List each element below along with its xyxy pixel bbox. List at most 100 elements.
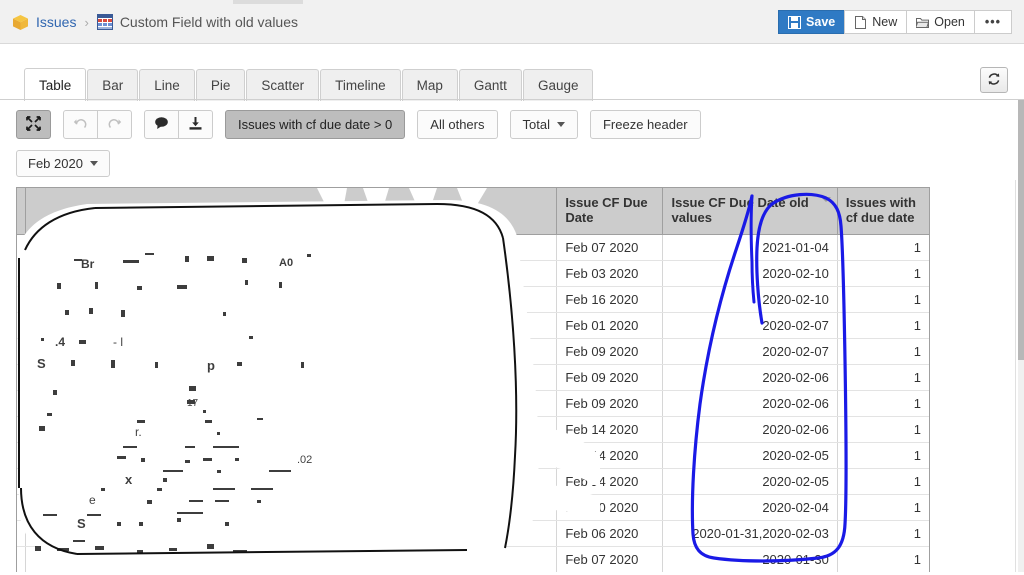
table-row[interactable]: Feb 01 2020 2020-02-07 1: [17, 312, 929, 338]
redo-button[interactable]: [97, 110, 132, 139]
tab-gauge[interactable]: Gauge: [523, 69, 594, 101]
tab-bar[interactable]: Bar: [87, 69, 138, 101]
tab-line[interactable]: Line: [139, 69, 195, 101]
cell-due-date: Feb 14 2020: [557, 468, 663, 494]
row-handle: [17, 442, 26, 468]
row-handle: [17, 338, 26, 364]
tab-table[interactable]: Table: [24, 68, 86, 101]
cell-count: 1: [837, 442, 929, 468]
report-table-container[interactable]: Issue CF Due Date Issue CF Due Date old …: [16, 187, 930, 572]
table-row[interactable]: Feb 03 2020 2020-02-10 1: [17, 260, 929, 286]
cell-count: 1: [837, 234, 929, 260]
table-row[interactable]: Feb 10 2020 2020-02-04 1: [17, 494, 929, 520]
row-redacted-cell: [26, 312, 557, 338]
chevron-down-icon[interactable]: [821, 197, 831, 202]
new-button[interactable]: New: [844, 10, 907, 34]
chart-type-tabbar: Table Bar Line Pie Scatter Timeline Map …: [0, 44, 1024, 100]
table-header-issue-cf-due-date-old-values-label: Issue CF Due Date old values: [671, 195, 808, 225]
row-handle: [17, 416, 26, 442]
all-others-group: All others: [417, 110, 497, 139]
download-button[interactable]: [178, 110, 213, 139]
cell-due-date: Feb 07 2020: [557, 234, 663, 260]
table-header-issues-with-cf-due-date[interactable]: Issues with cf due date: [837, 188, 929, 234]
table-row[interactable]: Feb 06 2020 2020-01-31,2020-02-03 1: [17, 520, 929, 546]
fullscreen-expand-icon: [26, 116, 41, 134]
view-tools-group: [16, 110, 51, 139]
series-filter-button[interactable]: Issues with cf due date > 0: [225, 110, 405, 139]
table-row[interactable]: Feb 07 2020 2020-01-30 1: [17, 546, 929, 572]
fullscreen-button[interactable]: [16, 110, 51, 139]
table-row[interactable]: Feb 09 2020 2020-02-06 1: [17, 390, 929, 416]
all-others-button[interactable]: All others: [417, 110, 497, 139]
table-row[interactable]: Feb 07 2020 2021-01-04 1: [17, 234, 929, 260]
folder-open-icon: [916, 16, 929, 29]
row-redacted-cell: [26, 468, 557, 494]
freeze-header-button[interactable]: Freeze header: [590, 110, 701, 139]
table-header-rowhandle: [17, 188, 26, 234]
all-others-label: All others: [430, 117, 484, 132]
cell-old-values: 2021-01-04: [663, 234, 837, 260]
save-button[interactable]: Save: [778, 10, 845, 34]
table-row[interactable]: Feb 14 2020 2020-02-05 1: [17, 442, 929, 468]
tab-gantt[interactable]: Gantt: [459, 69, 522, 101]
tab-map[interactable]: Map: [402, 69, 458, 101]
table-header-issue-cf-due-date[interactable]: Issue CF Due Date: [557, 188, 663, 234]
cell-count: 1: [837, 286, 929, 312]
tab-gantt-label: Gantt: [474, 78, 507, 93]
table-row[interactable]: Feb 09 2020 2020-02-07 1: [17, 338, 929, 364]
tab-pie[interactable]: Pie: [196, 69, 246, 101]
download-icon: [188, 116, 203, 134]
period-filter-button[interactable]: Feb 2020: [16, 150, 110, 177]
comment-button[interactable]: [144, 110, 179, 139]
more-options-button[interactable]: •••: [974, 10, 1012, 34]
open-button[interactable]: Open: [906, 10, 975, 34]
cube-icon: [12, 14, 29, 31]
cell-old-values: 2020-02-10: [663, 286, 837, 312]
table-row[interactable]: Feb 14 2020 2020-02-05 1: [17, 468, 929, 494]
cell-due-date: Feb 09 2020: [557, 338, 663, 364]
row-redacted-cell: [26, 234, 557, 260]
cell-due-date: Feb 14 2020: [557, 442, 663, 468]
ellipsis-icon: •••: [985, 15, 1001, 29]
cell-old-values: 2020-02-04: [663, 494, 837, 520]
cell-count: 1: [837, 520, 929, 546]
grid-table-icon: [97, 14, 113, 30]
cell-old-values: 2020-01-30: [663, 546, 837, 572]
cell-old-values: 2020-02-06: [663, 390, 837, 416]
annotate-tools-group: [144, 110, 213, 139]
series-filter-group: Issues with cf due date > 0: [225, 110, 405, 139]
row-redacted-cell: [26, 520, 557, 546]
vertical-scrollbar-thumb[interactable]: [1018, 100, 1024, 360]
chevron-down-icon: [557, 122, 565, 127]
table-row[interactable]: Feb 16 2020 2020-02-10 1: [17, 286, 929, 312]
table-header-issue-cf-due-date-label: Issue CF Due Date: [565, 195, 647, 225]
row-redacted-cell: [26, 286, 557, 312]
undo-arrow-icon: [73, 116, 88, 134]
new-document-icon: [854, 16, 867, 29]
row-redacted-cell: [26, 260, 557, 286]
content-right-divider: [1015, 180, 1016, 572]
tab-gauge-label: Gauge: [538, 78, 579, 93]
undo-button[interactable]: [63, 110, 98, 139]
cell-count: 1: [837, 494, 929, 520]
table-header-issues-with-cf-due-date-label: Issues with cf due date: [846, 195, 916, 225]
tab-timeline[interactable]: Timeline: [320, 69, 401, 101]
table-row[interactable]: Feb 14 2020 2020-02-06 1: [17, 416, 929, 442]
breadcrumb-link-issues[interactable]: Issues: [36, 14, 76, 30]
tab-scatter[interactable]: Scatter: [246, 69, 319, 101]
refresh-button[interactable]: [980, 67, 1008, 93]
cell-count: 1: [837, 390, 929, 416]
cell-count: 1: [837, 546, 929, 572]
cell-due-date: Feb 16 2020: [557, 286, 663, 312]
tab-pie-label: Pie: [211, 78, 231, 93]
row-redacted-cell: [26, 546, 557, 572]
redo-arrow-icon: [107, 116, 122, 134]
table-header-issue-cf-due-date-old-values[interactable]: Issue CF Due Date old values: [663, 188, 837, 234]
cell-old-values: 2020-02-07: [663, 312, 837, 338]
total-dropdown-button[interactable]: Total: [510, 110, 578, 139]
table-row[interactable]: Feb 09 2020 2020-02-06 1: [17, 364, 929, 390]
cell-due-date: Feb 06 2020: [557, 520, 663, 546]
row-handle: [17, 390, 26, 416]
tab-table-label: Table: [39, 78, 71, 93]
table-header-redacted: [26, 188, 557, 234]
